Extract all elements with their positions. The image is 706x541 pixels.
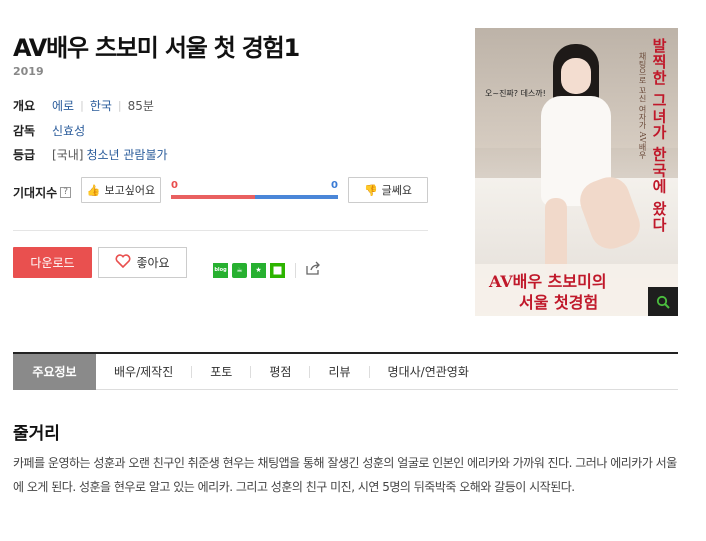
tab-rating[interactable]: 평점: [251, 354, 309, 390]
tab-photo[interactable]: 포토: [192, 354, 250, 390]
magnifier-icon[interactable]: [648, 287, 678, 316]
movie-poster[interactable]: 발찍한 그녀가 한국에 왔다 채팅으로 꼬신 여자가 AV배우 오~진짜? 데스…: [475, 28, 678, 316]
heart-icon: [115, 254, 131, 271]
share-icons: blog ☕ ★: [213, 261, 321, 279]
tab-quotes-related[interactable]: 명대사/연관영화: [370, 354, 487, 390]
synopsis-text: 카페를 운영하는 성훈과 오랜 친구인 취준생 현우는 채팅앱을 통해 잘생긴 …: [13, 456, 677, 494]
tab-review[interactable]: 리뷰: [310, 354, 368, 390]
thumbs-down-icon: 👎: [363, 183, 378, 197]
release-year: 2019: [13, 65, 44, 78]
separator: |: [80, 99, 84, 112]
hate-bar-fill: [254, 195, 338, 199]
naver-blog-icon[interactable]: blog: [213, 262, 228, 278]
tab-cast-crew[interactable]: 배우/제작진: [96, 354, 191, 390]
share-icon[interactable]: [306, 261, 321, 279]
divider: [13, 230, 428, 231]
separator: |: [117, 99, 122, 112]
like-button[interactable]: 좋아요: [98, 247, 187, 278]
want-to-see-button[interactable]: 👍 보고싶어요: [81, 177, 161, 203]
overview-label: 개요: [13, 99, 36, 113]
like-label: 좋아요: [136, 256, 170, 270]
runtime: 85분: [127, 99, 154, 113]
overview-row: 개요 에로 | 한국 | 85분: [13, 97, 154, 114]
download-button[interactable]: 다운로드: [13, 247, 92, 278]
rating-link[interactable]: 청소년 관람불가: [86, 146, 167, 163]
poster-speech-text: 오~진짜? 데스까!: [485, 89, 546, 98]
poster-vertical-title: 발찍한 그녀가 한국에 왔다: [650, 38, 668, 233]
bookmark-star-icon[interactable]: ★: [251, 262, 266, 278]
tab-main-info[interactable]: 주요정보: [13, 353, 96, 390]
thumbs-up-icon: 👍: [86, 183, 101, 197]
separator: [295, 262, 296, 278]
director-label: 감독: [13, 124, 36, 138]
expectation-bar-track: [171, 195, 338, 199]
genre-link[interactable]: 에로: [52, 97, 74, 114]
rating-region: [국내]: [52, 148, 84, 162]
memo-icon[interactable]: [270, 262, 285, 278]
movie-title: AV배우 츠보미 서울 첫 경험1: [13, 34, 300, 62]
rating-label: 등급: [13, 148, 36, 162]
director-link[interactable]: 신효성: [52, 122, 85, 139]
director-row: 감독 신효성: [13, 122, 85, 139]
hate-count: 0: [331, 180, 338, 191]
naver-cafe-icon[interactable]: ☕: [232, 262, 247, 278]
poster-figure-face: [561, 58, 591, 94]
expectation-label: 기대지수: [13, 186, 58, 200]
not-sure-label: 글쎄요: [381, 184, 413, 197]
not-sure-button[interactable]: 👎 글쎄요: [348, 177, 428, 203]
rating-row: 등급 [국내] 청소년 관람불가: [13, 146, 168, 163]
want-count: 0: [171, 180, 178, 191]
country-link[interactable]: 한국: [90, 97, 112, 114]
want-to-see-label: 보고싶어요: [104, 184, 156, 197]
poster-vertical-subtitle: 채팅으로 꼬신 여자가 AV배우: [638, 52, 647, 159]
synopsis-heading: 줄거리: [13, 424, 60, 444]
want-bar-fill: [171, 195, 255, 199]
poster-title-line2: 서울 첫경험: [519, 293, 599, 312]
expectation-label-group: 기대지수 ?: [13, 184, 79, 201]
help-icon[interactable]: ?: [60, 187, 72, 198]
tab-bar: 주요정보 배우/제작진 포토 평점 리뷰 명대사/연관영화: [13, 352, 678, 390]
